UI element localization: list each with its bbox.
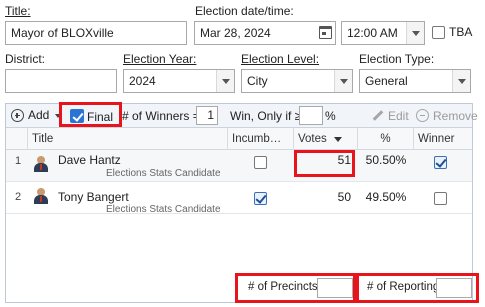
- year-value: 2024: [129, 74, 156, 88]
- row-number: 2: [15, 191, 22, 203]
- minus-circle-icon: [416, 109, 429, 122]
- winner-checkbox[interactable]: [434, 192, 447, 205]
- type-select[interactable]: General: [359, 69, 471, 93]
- precincts-highlight-box: [235, 273, 356, 303]
- title-input[interactable]: Mayor of BLOXville: [5, 21, 187, 45]
- candidate-name: Dave Hantz: [58, 153, 121, 167]
- date-label: Election date/time:: [195, 4, 294, 18]
- candidate-name: Tony Bangert: [58, 190, 129, 204]
- col-rownum: [6, 128, 28, 150]
- pencil-icon: [372, 110, 384, 121]
- date-input[interactable]: Mar 28, 2024: [194, 21, 336, 45]
- time-value: 12:00 AM: [347, 26, 398, 40]
- grid-header: Title Incumb… Votes % Winner: [6, 128, 472, 150]
- date-value: Mar 28, 2024: [200, 26, 271, 40]
- win-only-label: Win, Only if ≥: [230, 109, 302, 123]
- col-incumbent[interactable]: Incumb…: [228, 128, 294, 150]
- candidate-subtitle: Elections Stats Candidate: [106, 204, 221, 215]
- win-only-input[interactable]: [299, 106, 323, 125]
- winners-input[interactable]: 1: [196, 106, 218, 125]
- sort-desc-icon: [334, 137, 342, 142]
- tba-label: TBA: [449, 25, 473, 39]
- level-select[interactable]: City: [241, 69, 353, 93]
- person-icon: [34, 188, 48, 204]
- reporting-highlight-box: [356, 273, 479, 303]
- table-row[interactable]: 2 Tony Bangert Elections Stats Candidate…: [6, 182, 472, 215]
- level-label: Election Level:: [241, 52, 320, 66]
- votes-value[interactable]: 50: [296, 190, 351, 204]
- add-label: Add: [28, 108, 50, 122]
- col-percent[interactable]: %: [358, 128, 414, 150]
- remove-label: Remove: [433, 109, 478, 123]
- chevron-down-icon: [452, 70, 470, 92]
- level-value: City: [247, 74, 268, 88]
- incumbent-checkbox[interactable]: [254, 192, 267, 205]
- plus-circle-icon: [11, 109, 24, 122]
- row-number: 1: [15, 155, 22, 167]
- winners-label: # of Winners =: [122, 109, 200, 123]
- col-votes-label: Votes: [298, 133, 327, 145]
- candidate-subtitle: Elections Stats Candidate: [106, 168, 221, 179]
- tba-checkbox[interactable]: [432, 26, 445, 39]
- percent-value: 50.50%: [365, 153, 407, 167]
- chevron-down-icon: [406, 22, 424, 44]
- col-votes[interactable]: Votes: [294, 128, 358, 150]
- percent-value: 49.50%: [365, 190, 407, 204]
- year-label: Election Year:: [123, 52, 197, 66]
- col-title[interactable]: Title: [28, 128, 228, 150]
- edit-label: Edit: [388, 109, 409, 123]
- incumbent-checkbox[interactable]: [254, 156, 267, 169]
- votes-highlight-box: [294, 150, 355, 177]
- year-select[interactable]: 2024: [123, 69, 235, 93]
- winner-checkbox[interactable]: [434, 156, 447, 169]
- type-label: Election Type:: [359, 52, 435, 66]
- col-winner[interactable]: Winner: [414, 128, 472, 150]
- person-icon: [34, 156, 48, 172]
- type-value: General: [365, 74, 408, 88]
- percent-sign: %: [325, 109, 336, 123]
- chevron-down-icon: [216, 70, 234, 92]
- title-label: Title:: [5, 4, 31, 18]
- district-label: District:: [5, 52, 45, 66]
- time-select[interactable]: 12:00 AM: [341, 21, 425, 45]
- district-input[interactable]: [5, 69, 117, 93]
- calendar-icon[interactable]: [319, 26, 332, 39]
- chevron-down-icon: [334, 70, 352, 92]
- final-highlight-box: [59, 102, 122, 127]
- table-row[interactable]: 1 Dave Hantz Elections Stats Candidate 5…: [6, 150, 472, 182]
